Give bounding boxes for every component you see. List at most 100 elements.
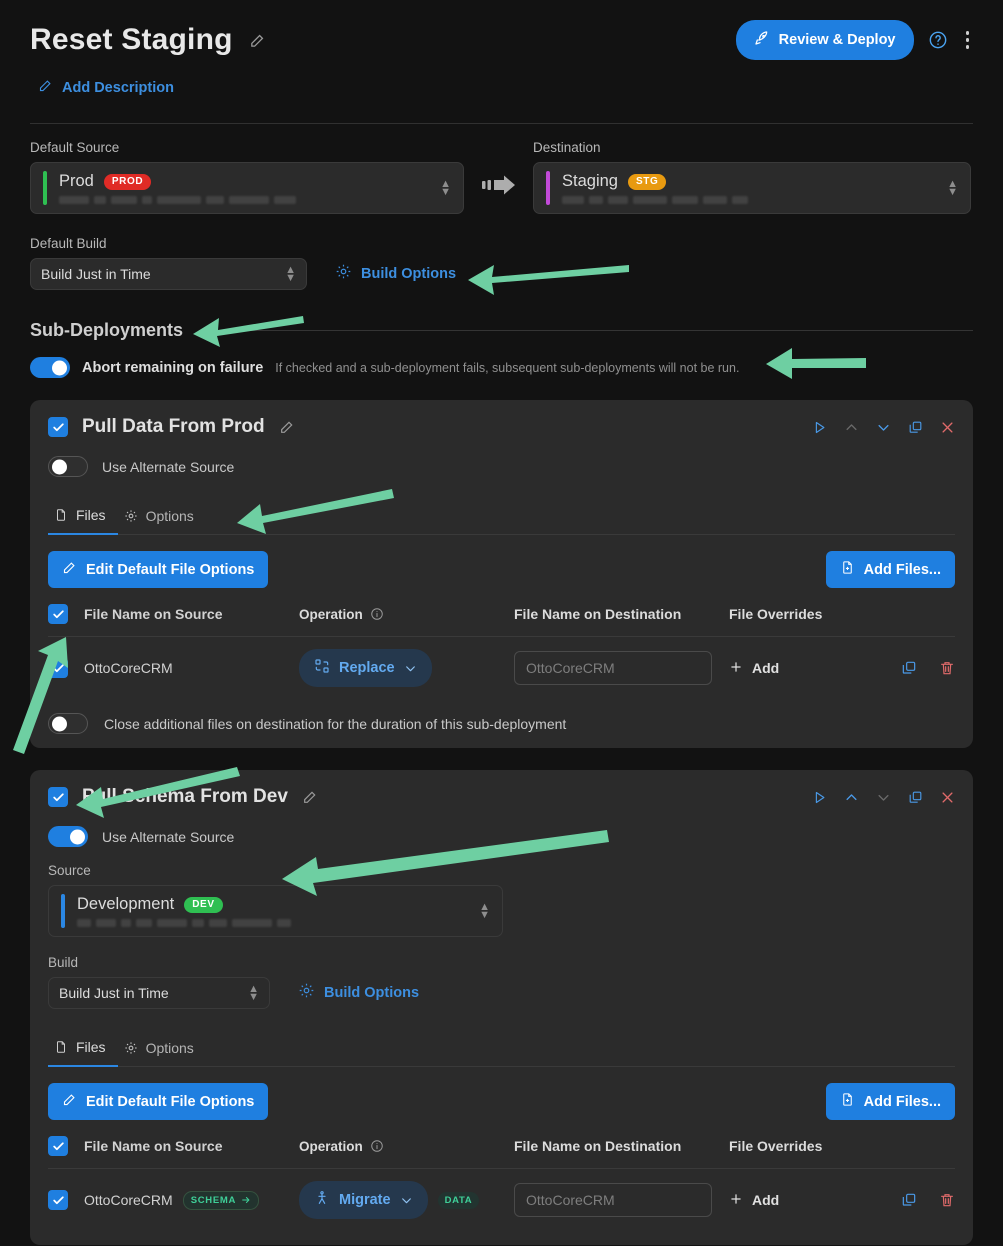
use-alternate-source-label: Use Alternate Source bbox=[102, 828, 235, 845]
chevron-down-icon bbox=[400, 1194, 413, 1207]
operation-label: Migrate bbox=[339, 1192, 391, 1208]
add-description-button[interactable]: Add Description bbox=[38, 78, 973, 97]
operation-dropdown[interactable]: Replace bbox=[299, 649, 432, 687]
move-up-icon[interactable] bbox=[844, 790, 859, 805]
card-header: Pull Data From Prod bbox=[48, 416, 955, 438]
destination-name: Staging bbox=[562, 172, 618, 190]
use-alternate-source-label: Use Alternate Source bbox=[102, 458, 235, 475]
file-row-checkbox[interactable] bbox=[48, 658, 68, 678]
sub-build-select[interactable]: Build Just in Time ▲ ▼ bbox=[48, 977, 270, 1009]
edit-default-file-options-button[interactable]: Edit Default File Options bbox=[48, 1083, 269, 1120]
column-operation-label: Operation bbox=[299, 606, 363, 622]
build-options-label: Build Options bbox=[361, 265, 457, 282]
schema-badge-label: SCHEMA bbox=[190, 1194, 237, 1206]
sub-deployment-enabled-checkbox[interactable] bbox=[48, 417, 68, 437]
default-build-select[interactable]: Build Just in Time ▲ ▼ bbox=[30, 258, 307, 290]
copy-icon[interactable] bbox=[901, 660, 917, 676]
copy-icon[interactable] bbox=[901, 1192, 917, 1208]
help-circle-icon[interactable] bbox=[928, 30, 948, 50]
select-all-files-checkbox[interactable] bbox=[48, 1136, 68, 1156]
sub-build-options-button[interactable]: Build Options bbox=[298, 982, 419, 1009]
edit-default-file-options-button[interactable]: Edit Default File Options bbox=[48, 551, 269, 588]
card-tabs: Files Options bbox=[48, 1031, 955, 1067]
add-files-label: Add Files... bbox=[863, 561, 941, 578]
trash-icon[interactable] bbox=[939, 660, 955, 676]
column-file-overrides: File Overrides bbox=[729, 1138, 823, 1154]
gear-icon bbox=[298, 982, 315, 1003]
review-deploy-button[interactable]: Review & Deploy bbox=[735, 20, 914, 60]
tab-files[interactable]: Files bbox=[48, 1031, 118, 1067]
abort-remaining-hint: If checked and a sub-deployment fails, s… bbox=[275, 360, 740, 375]
pencil-icon[interactable] bbox=[249, 32, 266, 49]
operation-dropdown[interactable]: Migrate bbox=[299, 1181, 428, 1219]
add-files-label: Add Files... bbox=[863, 1093, 941, 1110]
plus-icon bbox=[729, 660, 743, 677]
gear-icon bbox=[124, 509, 138, 523]
move-down-icon[interactable] bbox=[876, 420, 891, 435]
alternate-source-accent-bar bbox=[61, 894, 65, 928]
source-dropdown-arrows[interactable]: ▲ ▼ bbox=[440, 179, 451, 198]
alternate-source-dropdown-arrows[interactable]: ▲ ▼ bbox=[479, 902, 490, 921]
pencil-icon bbox=[62, 1092, 77, 1111]
use-alternate-source-toggle[interactable] bbox=[48, 456, 88, 477]
file-row-checkbox[interactable] bbox=[48, 1190, 68, 1210]
tab-options-label: Options bbox=[145, 1040, 194, 1056]
abort-remaining-toggle[interactable] bbox=[30, 357, 70, 378]
kebab-menu-icon[interactable] bbox=[962, 27, 974, 53]
connection-row: Default Source Prod PROD ▲ ▼ Destination… bbox=[30, 140, 973, 214]
pencil-icon bbox=[62, 560, 77, 579]
add-files-button[interactable]: Add Files... bbox=[825, 1083, 955, 1120]
close-additional-files-row: Close additional files on destination fo… bbox=[48, 699, 955, 734]
table-row: OttoCoreCRM SCHEMA Migrate DATA OttoCore… bbox=[48, 1169, 955, 1231]
add-files-button[interactable]: Add Files... bbox=[825, 551, 955, 588]
duplicate-icon[interactable] bbox=[908, 420, 923, 435]
default-source-select[interactable]: Prod PROD ▲ ▼ bbox=[30, 162, 464, 214]
table-row: OttoCoreCRM Replace Add bbox=[48, 637, 955, 699]
use-alternate-source-row: Use Alternate Source bbox=[48, 456, 955, 477]
sub-build-value: Build Just in Time bbox=[59, 985, 169, 1001]
alternate-source-select[interactable]: Development DEV ▲ ▼ bbox=[48, 885, 503, 937]
add-file-override-button[interactable]: Add bbox=[729, 1192, 877, 1209]
select-all-files-checkbox[interactable] bbox=[48, 604, 68, 624]
duplicate-icon[interactable] bbox=[908, 790, 923, 805]
tab-options[interactable]: Options bbox=[118, 499, 206, 535]
default-source-label: Default Source bbox=[30, 140, 120, 155]
default-build-row: Default Build Build Just in Time ▲ ▼ Buil… bbox=[30, 236, 973, 290]
sub-build-label: Build bbox=[48, 955, 79, 970]
sub-deployment-enabled-checkbox[interactable] bbox=[48, 787, 68, 807]
destination-file-name-input[interactable] bbox=[514, 1183, 712, 1217]
gear-icon bbox=[124, 1041, 138, 1055]
build-options-button[interactable]: Build Options bbox=[335, 263, 456, 290]
add-file-override-button[interactable]: Add bbox=[729, 660, 877, 677]
close-additional-files-toggle[interactable] bbox=[48, 713, 88, 734]
info-icon[interactable] bbox=[370, 607, 384, 621]
remove-icon[interactable] bbox=[940, 420, 955, 435]
move-down-icon[interactable] bbox=[876, 790, 891, 805]
file-icon bbox=[54, 508, 68, 522]
file-table-header: File Name on Source Operation File Name … bbox=[48, 1120, 955, 1169]
file-plus-icon bbox=[840, 560, 855, 579]
default-build-label: Default Build bbox=[30, 236, 107, 251]
trash-icon[interactable] bbox=[939, 1192, 955, 1208]
destination-select[interactable]: Staging STG ▲ ▼ bbox=[533, 162, 971, 214]
pencil-icon[interactable] bbox=[279, 419, 295, 435]
schema-badge: SCHEMA bbox=[182, 1190, 260, 1210]
run-icon[interactable] bbox=[812, 420, 827, 435]
tab-files[interactable]: Files bbox=[48, 499, 118, 535]
destination-dropdown-arrows[interactable]: ▲ ▼ bbox=[947, 179, 958, 198]
destination-file-name-input[interactable] bbox=[514, 651, 712, 685]
sub-deployment-card: Pull Data From Prod Use Alternate Source… bbox=[30, 400, 973, 748]
add-override-label: Add bbox=[752, 1192, 780, 1208]
alternate-source-label: Source bbox=[48, 863, 91, 878]
page-title: Reset Staging bbox=[30, 23, 233, 56]
tab-options[interactable]: Options bbox=[118, 1031, 206, 1067]
destination-label: Destination bbox=[533, 140, 601, 155]
pencil-icon[interactable] bbox=[302, 789, 318, 805]
run-icon[interactable] bbox=[812, 790, 827, 805]
source-name: Prod bbox=[59, 172, 94, 190]
move-up-icon[interactable] bbox=[844, 420, 859, 435]
sub-deployment-card: Pull Schema From Dev Use Alternate Sourc… bbox=[30, 770, 973, 1245]
use-alternate-source-toggle[interactable] bbox=[48, 826, 88, 847]
info-icon[interactable] bbox=[370, 1139, 384, 1153]
remove-icon[interactable] bbox=[940, 790, 955, 805]
